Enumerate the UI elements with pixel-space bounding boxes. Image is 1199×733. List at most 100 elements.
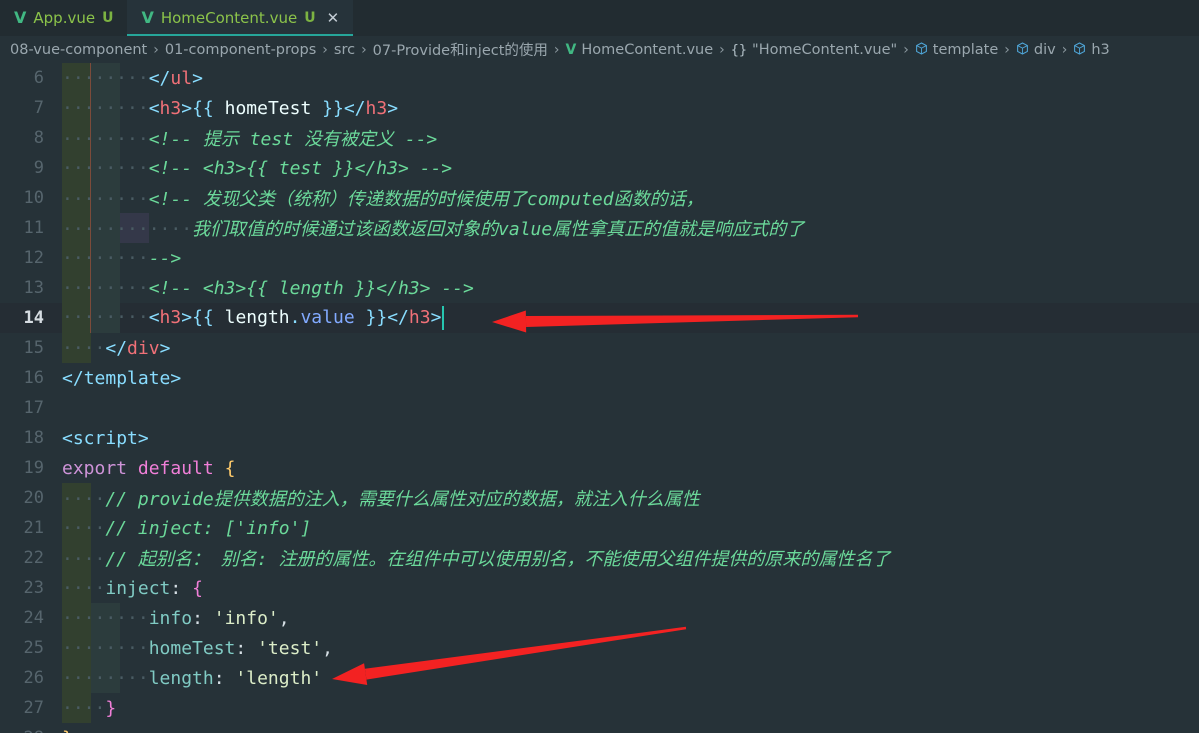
- breadcrumb-label: src: [333, 41, 356, 58]
- breadcrumb-item[interactable]: h3: [1073, 41, 1110, 58]
- code-line[interactable]: 27 ····}: [0, 693, 1199, 723]
- code-line[interactable]: 7 ········<h3>{{ homeTest }}</h3>: [0, 93, 1199, 123]
- code-token: {: [192, 577, 203, 599]
- code-line[interactable]: 22 ····// 起别名： 别名: 注册的属性。在组件中可以使用别名，不能使用父…: [0, 543, 1199, 573]
- code-token: ········: [62, 307, 149, 328]
- code-token: 'length': [235, 667, 323, 689]
- code-token: </: [387, 307, 409, 328]
- code-token: h3: [408, 307, 431, 328]
- code-line[interactable]: 17: [0, 393, 1199, 423]
- code-line[interactable]: 9 ········<!-- <h3>{{ test }}</h3> -->: [0, 153, 1199, 183]
- code-line[interactable]: 16 </template>: [0, 363, 1199, 393]
- tab-homecontent-vue[interactable]: V HomeContent.vue U ✕: [127, 0, 354, 36]
- breadcrumb-label: 01-component-props: [164, 41, 317, 58]
- breadcrumb-item[interactable]: {} "HomeContent.vue": [731, 42, 897, 58]
- code-token: template: [83, 367, 171, 389]
- code-line[interactable]: 12 ········-->: [0, 243, 1199, 273]
- line-content: ········length: 'length': [62, 663, 1199, 693]
- line-content: ····// 起别名： 别名: 注册的属性。在组件中可以使用别名，不能使用父组件…: [62, 543, 1199, 573]
- code-token: script: [72, 427, 138, 449]
- code-line[interactable]: 8 ········<!-- 提示 test 没有被定义 -->: [0, 123, 1199, 153]
- line-number: 6: [33, 68, 44, 88]
- code-token: ····: [62, 337, 106, 359]
- breadcrumb-label: h3: [1091, 41, 1110, 58]
- line-number: 18: [23, 428, 44, 448]
- code-line[interactable]: 6 ········</ul>: [0, 63, 1199, 93]
- breadcrumb-item[interactable]: 01-component-props: [165, 42, 316, 58]
- code-token: >: [159, 337, 171, 359]
- line-content: ········<!-- 提示 test 没有被定义 -->: [62, 123, 1199, 153]
- tab-app-vue[interactable]: V App.vue U: [0, 0, 128, 36]
- code-token: }}: [365, 307, 388, 328]
- code-token: :: [235, 637, 258, 659]
- code-token: }}: [322, 97, 344, 119]
- code-token: >: [181, 307, 193, 328]
- cube-icon: [1073, 41, 1086, 58]
- breadcrumb-item[interactable]: 08-vue-component: [10, 42, 147, 58]
- breadcrumb-separator: ›: [322, 41, 328, 58]
- line-content: ········</ul>: [62, 63, 1199, 93]
- code-line[interactable]: 21 ····// inject: ['info']: [0, 513, 1199, 543]
- code-token: // 起别名： 别名: 注册的属性。在组件中可以使用别名，不能使用父组件提供的原…: [105, 549, 891, 570]
- code-line[interactable]: 23 ····inject: {: [0, 573, 1199, 603]
- close-icon[interactable]: ✕: [327, 10, 340, 26]
- code-token: .: [289, 307, 301, 328]
- code-token: homeTest: [148, 637, 236, 659]
- line-number: 13: [23, 278, 44, 298]
- line-number: 8: [33, 128, 44, 148]
- code-token: {{: [192, 307, 214, 328]
- code-text: ············我们取值的时候通过该函数返回对象的value属性拿真正的…: [62, 215, 804, 241]
- code-token: >: [181, 97, 193, 119]
- line-number: 20: [23, 488, 44, 508]
- code-token: default: [137, 457, 214, 479]
- line-number: 28: [0, 728, 62, 733]
- code-text: ········<!-- <h3>{{ length }}</h3> -->: [62, 278, 474, 299]
- code-token: 我们取值的时候通过该函数返回对象的value属性拿真正的值就是响应式的了: [192, 219, 805, 240]
- breadcrumb-label: 08-vue-component: [10, 41, 148, 58]
- vue-file-icon: V: [565, 41, 577, 58]
- code-line[interactable]: 18 <script>: [0, 423, 1199, 453]
- breadcrumb-item[interactable]: V HomeContent.vue: [566, 42, 714, 58]
- line-content: ····// provide提供数据的注入，需要什么属性对应的数据，就注入什么属…: [62, 483, 1199, 513]
- line-number: 26: [23, 668, 44, 688]
- code-token: {{: [192, 97, 214, 119]
- line-content: ········<!-- 发现父类（统称）传递数据的时候使用了computed函…: [62, 183, 1199, 213]
- breadcrumb-separator: ›: [361, 41, 367, 58]
- code-token: <!-- <h3>{{ test }}</h3> -->: [148, 157, 453, 179]
- breadcrumb-separator: ›: [1004, 41, 1010, 58]
- code-line[interactable]: 15 ····</div>: [0, 333, 1199, 363]
- code-line[interactable]: 25 ········homeTest: 'test',: [0, 633, 1199, 663]
- line-number: 10: [23, 188, 44, 208]
- line-content: ········-->: [62, 243, 1199, 273]
- code-line[interactable]: 26 ········length: 'length': [0, 663, 1199, 693]
- tab-unsaved-badge: U: [102, 10, 114, 26]
- code-editor[interactable]: 6 ········</ul> 7 ········<h3>{{ homeTest }…: [0, 63, 1199, 733]
- line-content: ············我们取值的时候通过该函数返回对象的value属性拿真正的…: [62, 213, 1199, 243]
- line-number: 23: [23, 578, 44, 598]
- breadcrumb-item[interactable]: src: [334, 42, 355, 58]
- code-token: <: [148, 97, 160, 119]
- code-token: // provide提供数据的注入，需要什么属性对应的数据，就注入什么属性: [105, 489, 700, 510]
- line-content: ········<!-- <h3>{{ length }}</h3> -->: [62, 273, 1199, 303]
- line-content: }: [62, 723, 1199, 733]
- code-line[interactable]: 14 ········<h3>{{ length.value }}</h3>: [0, 303, 1199, 333]
- code-line[interactable]: 11 ············我们取值的时候通过该函数返回对象的value属性拿真…: [0, 213, 1199, 243]
- breadcrumb-label: div: [1033, 41, 1056, 58]
- line-number: 22: [23, 548, 44, 568]
- breadcrumb-item[interactable]: 07-Provide和inject的使用: [373, 39, 548, 60]
- code-line[interactable]: 19 export default {: [0, 453, 1199, 483]
- code-line[interactable]: 28}: [0, 723, 1199, 733]
- line-content: ········info: 'info',: [62, 603, 1199, 633]
- code-token: <!-- 发现父类（统称）传递数据的时候使用了computed函数的话，: [148, 189, 704, 210]
- code-line[interactable]: 20 ····// provide提供数据的注入，需要什么属性对应的数据，就注入什…: [0, 483, 1199, 513]
- breadcrumb-item[interactable]: div: [1016, 42, 1056, 58]
- code-text: ········homeTest: 'test',: [62, 638, 333, 659]
- breadcrumb-item[interactable]: template: [915, 42, 998, 58]
- code-line[interactable]: 13 ········<!-- <h3>{{ length }}</h3> -->: [0, 273, 1199, 303]
- code-text: ····}: [62, 698, 116, 719]
- code-line[interactable]: 24 ········info: 'info',: [0, 603, 1199, 633]
- line-content: [62, 393, 1199, 423]
- code-line[interactable]: 10 ········<!-- 发现父类（统称）传递数据的时候使用了compute…: [0, 183, 1199, 213]
